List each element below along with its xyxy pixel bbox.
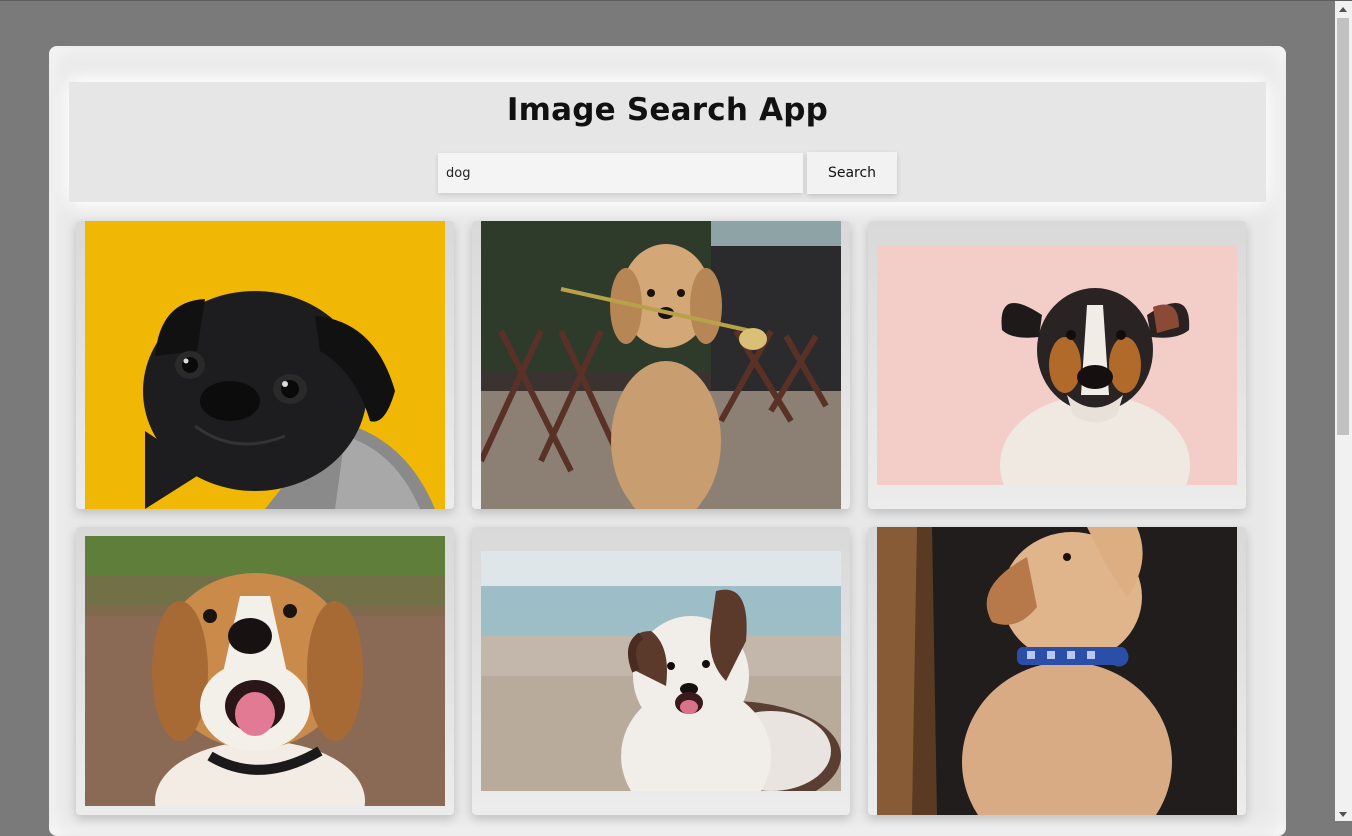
result-card[interactable] — [472, 221, 850, 509]
vertical-scrollbar[interactable] — [1335, 1, 1352, 821]
result-card[interactable] — [868, 221, 1246, 509]
result-card[interactable] — [76, 221, 454, 509]
result-image-labrador-puppy[interactable] — [877, 527, 1237, 815]
australian-shepherd-image — [481, 551, 841, 791]
result-card[interactable] — [472, 527, 850, 815]
jack-russell-image — [877, 245, 1237, 485]
labrador-puppy-image — [877, 527, 1237, 815]
page-title: Image Search App — [506, 92, 829, 128]
scroll-up-arrow-icon[interactable] — [1339, 7, 1347, 12]
window-top-border — [0, 0, 1352, 1]
pug-image — [85, 221, 445, 509]
search-button[interactable]: Search — [807, 152, 897, 194]
search-input[interactable] — [438, 153, 803, 193]
result-image-golden-retriever[interactable] — [481, 221, 841, 509]
beagle-image — [85, 536, 445, 806]
scrollbar-thumb[interactable] — [1337, 18, 1349, 435]
golden-retriever-image — [481, 221, 841, 509]
result-image-beagle[interactable] — [85, 536, 445, 806]
scroll-down-arrow-icon[interactable] — [1339, 812, 1347, 817]
result-image-jack-russell[interactable] — [877, 245, 1237, 485]
app-container: Image Search App Search — [49, 46, 1286, 836]
result-card[interactable] — [76, 527, 454, 815]
result-image-australian-shepherd[interactable] — [481, 551, 841, 791]
result-card[interactable] — [868, 527, 1246, 815]
result-image-pug[interactable] — [85, 221, 445, 509]
